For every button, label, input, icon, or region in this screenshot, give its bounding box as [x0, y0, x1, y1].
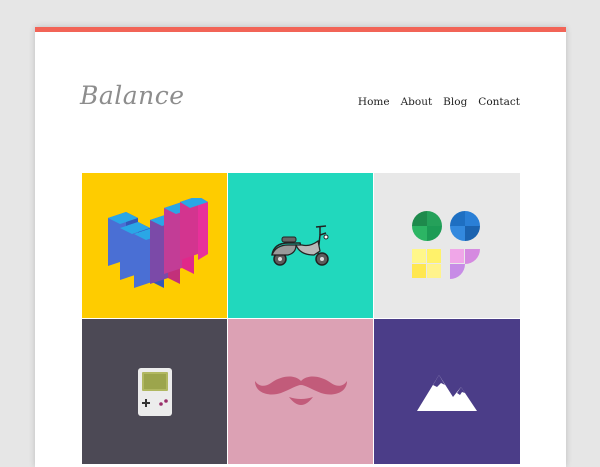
accent-bar [35, 27, 566, 32]
nav-contact[interactable]: Contact [478, 96, 520, 108]
color-shapes-icon [412, 210, 480, 279]
portfolio-tile-5[interactable] [228, 319, 373, 464]
isometric-bars-icon [107, 198, 208, 288]
portfolio-tile-1[interactable] [82, 173, 227, 318]
gameboy-icon [137, 367, 172, 416]
portfolio-tile-2[interactable] [228, 173, 373, 318]
mountain-icon [417, 374, 477, 411]
page-container: Balance Home About Blog Contact [35, 27, 566, 467]
nav-blog[interactable]: Blog [443, 96, 467, 108]
scooter-icon [270, 224, 329, 266]
portfolio-tile-3[interactable] [374, 173, 520, 318]
portfolio-tile-6[interactable] [374, 319, 520, 464]
portfolio-grid [82, 173, 520, 464]
site-logo[interactable]: Balance [80, 81, 185, 110]
portfolio-tile-4[interactable] [82, 319, 227, 464]
mustache-icon [254, 376, 347, 405]
main-nav: Home About Blog Contact [358, 96, 520, 108]
nav-about[interactable]: About [401, 96, 433, 108]
nav-home[interactable]: Home [358, 96, 390, 108]
